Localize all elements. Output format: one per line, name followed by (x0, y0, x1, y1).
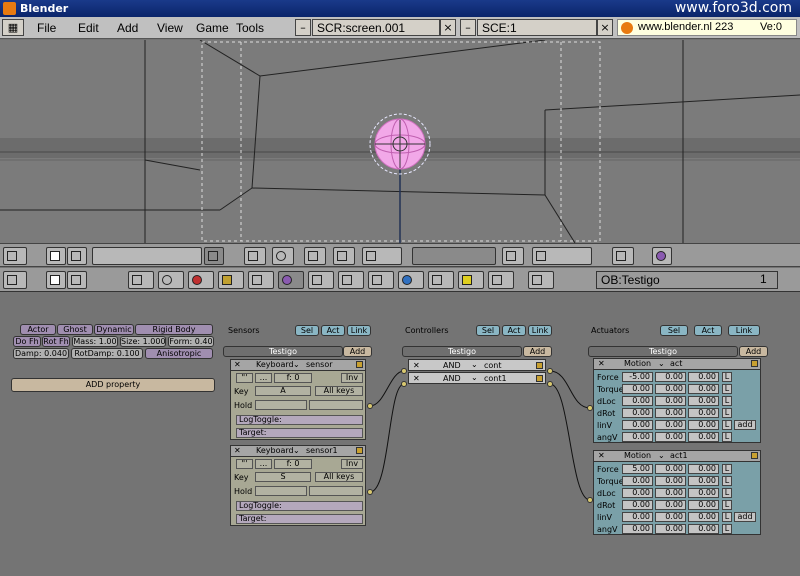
scene-field[interactable]: SCE:1 (477, 19, 597, 36)
edit-tools-icon[interactable] (532, 247, 592, 265)
version-text: Ve:0 (760, 21, 783, 33)
url-field: www.blender.nl 223 Ve:0 (617, 19, 797, 36)
viewport-scene (0, 40, 800, 243)
triangle-icon[interactable] (502, 247, 524, 265)
blender-logo-icon (3, 2, 16, 15)
edit-buttons-icon[interactable] (308, 271, 334, 289)
scene-browse-button[interactable]: – (460, 19, 476, 36)
image-icon[interactable] (612, 247, 634, 265)
menu-game[interactable]: Game (196, 21, 229, 35)
viewport-header (0, 243, 800, 267)
zoom-icon[interactable] (333, 247, 355, 265)
3d-viewport[interactable] (0, 40, 800, 243)
sound-buttons-icon[interactable] (368, 271, 394, 289)
view-buttons-icon[interactable] (128, 271, 154, 289)
title-bar: Blender www.foro3d.com (0, 0, 800, 17)
buttons-window-type-icon[interactable] (3, 271, 27, 289)
main-header: ▦ File Edit Add View Game Tools – SCR:sc… (0, 17, 800, 39)
home-icon[interactable] (67, 271, 87, 289)
sensor-link-dot[interactable] (367, 403, 373, 409)
full-window-icon[interactable] (46, 271, 66, 289)
actuator-input-dot[interactable] (587, 497, 593, 503)
controller-input-dot[interactable] (401, 381, 407, 387)
controller-output-dot[interactable] (547, 368, 553, 374)
logic-editor: Actor Ghost Dynamic Rigid Body Do Fh Rot… (0, 293, 800, 576)
controller-output-dot[interactable] (547, 381, 553, 387)
world-buttons-icon[interactable] (398, 271, 424, 289)
translate-icon[interactable] (362, 247, 402, 265)
scene-delete-button[interactable]: × (597, 19, 613, 36)
screen-browse-button[interactable]: – (295, 19, 311, 36)
actuator-input-dot[interactable] (587, 405, 593, 411)
menu-file[interactable]: File (37, 21, 56, 35)
realtime-buttons-icon[interactable] (278, 271, 304, 289)
home-icon[interactable] (67, 247, 87, 265)
menu-view[interactable]: View (157, 21, 183, 35)
menu-edit[interactable]: Edit (78, 21, 99, 35)
sensor-link-dot[interactable] (367, 489, 373, 495)
lamp-buttons-icon[interactable] (158, 271, 184, 289)
script-buttons-icon[interactable] (488, 271, 514, 289)
transform-buttons[interactable] (412, 247, 496, 265)
animation-buttons-icon[interactable] (248, 271, 274, 289)
lock-icon[interactable] (204, 247, 224, 265)
blender-url-icon (621, 22, 633, 34)
object-name-field[interactable]: OB:Testigo (596, 271, 778, 289)
full-window-icon[interactable] (46, 247, 66, 265)
texture-buttons-icon[interactable] (218, 271, 244, 289)
screen-field[interactable]: SCR:screen.001 (312, 19, 440, 36)
draw-mode-icon[interactable] (272, 247, 294, 265)
controller-input-dot[interactable] (401, 368, 407, 374)
menu-add[interactable]: Add (117, 21, 138, 35)
logic-links (369, 370, 591, 501)
screen-delete-button[interactable]: × (440, 19, 456, 36)
buttons-header: OB:Testigo 1 (0, 268, 800, 292)
display-buttons-icon[interactable] (528, 271, 554, 289)
watermark: www.foro3d.com (674, 0, 792, 16)
layer-buttons[interactable] (92, 247, 202, 265)
radiosity-buttons-icon[interactable] (458, 271, 484, 289)
constraint-buttons-icon[interactable] (338, 271, 364, 289)
material-buttons-icon[interactable] (188, 271, 214, 289)
orientation-icon[interactable] (304, 247, 326, 265)
object-layer-number: 1 (760, 272, 767, 286)
paint-buttons-icon[interactable] (428, 271, 454, 289)
url-text: www.blender.nl 223 (638, 21, 734, 33)
view-type-icon[interactable] (3, 247, 27, 265)
menu-tools[interactable]: Tools (236, 21, 264, 35)
window-title: Blender (20, 2, 69, 15)
blender-icon[interactable] (652, 247, 672, 265)
view-mode-icon[interactable] (244, 247, 266, 265)
window-type-icon[interactable]: ▦ (2, 19, 24, 36)
